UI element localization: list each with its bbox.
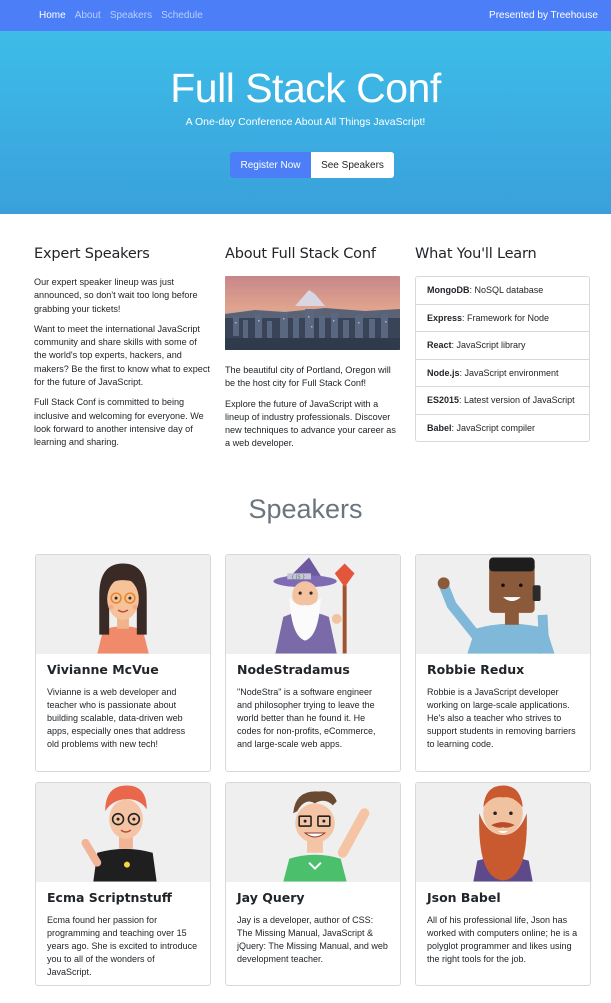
learn-list: MongoDB: NoSQL database Express: Framewo…: [415, 276, 590, 442]
speaker-bio: Robbie is a JavaScript developer working…: [427, 687, 576, 749]
about-heading: About Full Stack Conf: [225, 246, 376, 262]
list-item-desc: : Framework for Node: [462, 312, 550, 323]
speaker-bio: Vivianne is a web developer and teacher …: [47, 687, 186, 749]
speaker-bio: Ecma found her passion for programming a…: [47, 915, 198, 977]
portland-city-image: [225, 276, 400, 350]
list-item-desc: : JavaScript environment: [459, 367, 559, 378]
list-item-term: ES2015: [427, 395, 460, 405]
nav-link-about[interactable]: About: [75, 10, 101, 21]
about-paragraph: Explore the future of JavaScript with a …: [225, 398, 396, 449]
nav-link-schedule[interactable]: Schedule: [161, 10, 203, 21]
speaker-name: Jay Query: [237, 890, 305, 905]
list-item-term: Babel: [427, 422, 452, 433]
list-item: ES2015: Latest version of JavaScript: [416, 387, 589, 415]
hero-subtitle: A One-day Conference About All Things Ja…: [185, 116, 426, 128]
list-item: Babel: JavaScript compiler: [416, 415, 589, 442]
list-item: MongoDB: NoSQL database: [416, 277, 589, 305]
speaker-bio: "NodeStra" is a software engineer and ph…: [237, 687, 376, 749]
register-now-button[interactable]: Register Now: [230, 152, 311, 178]
card-body: Ecma Scriptnstuff Ecma found her passion…: [36, 882, 210, 985]
speaker-avatar: [226, 783, 400, 882]
list-item-desc: : NoSQL database: [469, 285, 544, 295]
speaker-avatar: [36, 555, 210, 654]
nav-links: Home About Speakers Schedule: [39, 10, 203, 21]
speaker-bio: All of his professional life, Json has w…: [427, 915, 578, 964]
about-paragraph: The beautiful city of Portland, Oregon w…: [225, 365, 391, 389]
list-item: React: JavaScript library: [416, 332, 589, 360]
speaker-avatar: [36, 783, 210, 882]
speaker-avatar: { JS }: [226, 555, 400, 654]
speaker-card: Json Babel All of his professional life,…: [415, 782, 591, 986]
navbar: Home About Speakers Schedule Presented b…: [0, 0, 611, 31]
list-item-term: Express: [427, 312, 463, 323]
expert-paragraph: Want to meet the international JavaScrip…: [34, 323, 210, 388]
see-speakers-button[interactable]: See Speakers: [311, 152, 394, 178]
speaker-name: Robbie Redux: [427, 662, 525, 677]
speaker-bio: Jay is a developer, author of CSS: The M…: [237, 915, 388, 964]
speaker-card: { JS } NodeStradamus "NodeStra" is a sof…: [225, 554, 401, 772]
list-item-desc: : JavaScript compiler: [451, 422, 536, 433]
expert-paragraph: Our expert speaker lineup was just annou…: [34, 277, 198, 314]
hero-buttons: Register Now See Speakers: [230, 152, 394, 178]
nav-brand: Presented by Treehouse: [489, 10, 598, 21]
learn-section: What You'll Learn MongoDB: NoSQL databas…: [415, 246, 590, 442]
list-item-term: MongoDB: [427, 285, 470, 295]
card-body: Jay Query Jay is a developer, author of …: [226, 882, 400, 975]
list-item-desc: : JavaScript library: [451, 340, 526, 350]
speaker-card: Robbie Redux Robbie is a JavaScript deve…: [415, 554, 591, 772]
speaker-name: Json Babel: [427, 890, 501, 905]
expert-speakers-section: Expert Speakers Our expert speaker lineu…: [34, 246, 211, 457]
hero-banner: Full Stack Conf A One-day Conference Abo…: [0, 31, 611, 214]
speaker-avatar: [416, 555, 590, 654]
list-item: Node.js: JavaScript environment: [416, 360, 589, 387]
expert-speakers-heading: Expert Speakers: [34, 246, 150, 262]
speaker-name: Ecma Scriptnstuff: [47, 890, 172, 905]
speaker-name: Vivianne McVue: [47, 662, 159, 677]
expert-paragraph: Full Stack Conf is committed to being in…: [34, 397, 204, 448]
list-item: Express: Framework for Node: [416, 305, 589, 332]
learn-heading: What You'll Learn: [415, 246, 537, 262]
card-body: Json Babel All of his professional life,…: [416, 882, 590, 975]
hero-title: Full Stack Conf: [170, 65, 441, 111]
about-section: About Full Stack Conf The beautiful city…: [225, 246, 401, 458]
card-body: Robbie Redux Robbie is a JavaScript deve…: [416, 654, 590, 760]
list-item-term: Node.js: [427, 367, 460, 378]
speakers-heading: Speakers: [248, 494, 363, 524]
list-item-desc: : Latest version of JavaScript: [459, 395, 575, 405]
speaker-name: NodeStradamus: [237, 662, 350, 677]
card-body: Vivianne McVue Vivianne is a web develop…: [36, 654, 210, 760]
svg-text:{ JS }: { JS }: [291, 574, 305, 580]
speaker-card: Vivianne McVue Vivianne is a web develop…: [35, 554, 211, 772]
list-item-term: React: [427, 340, 452, 350]
speaker-card: Ecma Scriptnstuff Ecma found her passion…: [35, 782, 211, 986]
nav-link-home[interactable]: Home: [39, 10, 66, 21]
nav-link-speakers[interactable]: Speakers: [110, 10, 152, 21]
speaker-avatar: [416, 783, 590, 882]
speaker-card: Jay Query Jay is a developer, author of …: [225, 782, 401, 986]
card-body: NodeStradamus "NodeStra" is a software e…: [226, 654, 400, 760]
